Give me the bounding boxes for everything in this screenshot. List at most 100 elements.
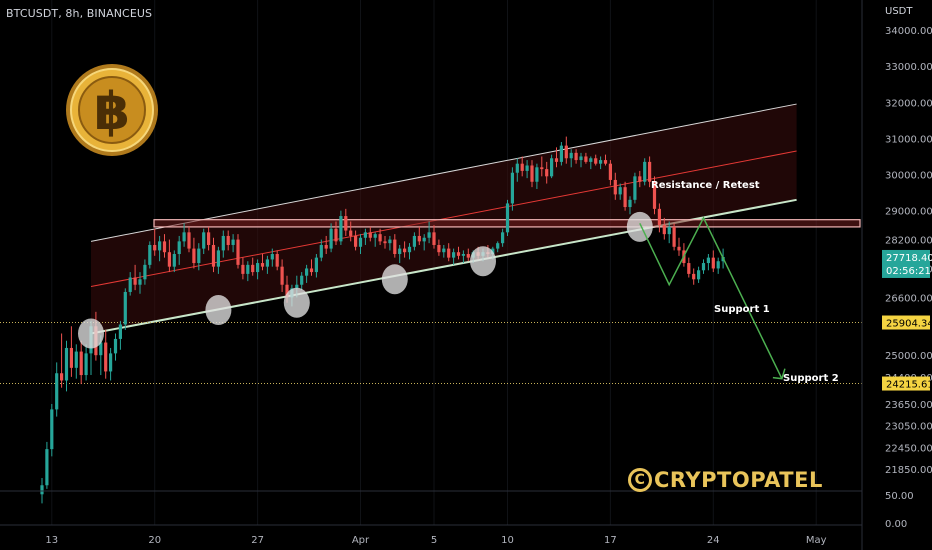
candle-body (452, 252, 456, 258)
candle-body (540, 167, 544, 170)
candle-body (241, 264, 245, 274)
time-tick-label: 5 (431, 535, 437, 546)
candle-body (525, 165, 529, 171)
candle-body (128, 277, 132, 292)
candle-body (265, 259, 269, 267)
support-1-label: Support 1 (714, 304, 770, 315)
candle-body (354, 235, 358, 247)
price-tick-label: 23050.00 (885, 422, 932, 433)
candle-body (143, 264, 147, 280)
candle-body (363, 232, 367, 238)
price-tick-label: 26600.00 (885, 293, 932, 304)
touch-point-6 (626, 211, 653, 242)
price-tick-label: 28200.00 (885, 236, 932, 247)
candle-body (158, 241, 162, 251)
price-tick-label: 25000.00 (885, 351, 932, 362)
candle-body (300, 275, 304, 285)
candle-body (192, 248, 196, 264)
candle-body (344, 216, 348, 231)
candle-body (74, 351, 78, 368)
candle-body (260, 263, 265, 267)
candle-body (334, 228, 338, 242)
candle-body (520, 163, 524, 171)
candle-body (559, 145, 563, 162)
candle-body (697, 270, 701, 280)
candle-body (550, 158, 554, 177)
candle-body (104, 342, 108, 372)
candle-body (153, 244, 157, 251)
candle-body (643, 161, 647, 182)
candle-body (510, 172, 514, 204)
candle-body (505, 203, 510, 233)
candle-body (589, 158, 593, 162)
candle-body (417, 235, 421, 242)
volume-tick-label: 0.00 (885, 519, 907, 530)
touch-point-4 (381, 264, 408, 295)
candle-body (515, 163, 519, 173)
candle-body (378, 234, 382, 242)
price-tick-label: 33000.00 (885, 62, 932, 73)
candle-body (398, 248, 402, 255)
candle-body (530, 165, 534, 182)
candle-body (280, 266, 284, 285)
candle-body (716, 261, 720, 269)
candle-body (118, 324, 122, 339)
candle-body (701, 263, 706, 271)
volume-tick-label: 50.00 (885, 491, 914, 502)
candle-body (211, 244, 216, 267)
candle-body (706, 257, 710, 264)
candle-body (162, 241, 167, 253)
candle-body (329, 228, 333, 249)
candle-body (40, 485, 44, 495)
candle-body (535, 167, 539, 182)
candle-body (60, 373, 64, 381)
candle-body (216, 250, 220, 267)
candle-body (79, 351, 83, 376)
candle-body (172, 254, 176, 267)
candle-body (50, 409, 54, 450)
touch-point-5 (470, 246, 496, 277)
candle-body (628, 199, 632, 208)
brand-watermark: C CRYPTOPATEL (628, 464, 823, 496)
touch-point-1 (78, 318, 104, 349)
candle-body (373, 234, 377, 238)
candle-body (393, 239, 397, 255)
candle-body (437, 244, 441, 253)
candle-body (427, 232, 431, 238)
symbol-header[interactable]: BTCUSDT, 8h, BINANCEUS (6, 7, 152, 20)
candle-body (69, 347, 73, 368)
candle-body (687, 263, 691, 274)
time-tick-label: 27 (251, 535, 264, 546)
candle-body (569, 152, 573, 159)
candle-body (177, 241, 181, 255)
candle-body (231, 239, 235, 245)
time-tick-label: 13 (45, 535, 58, 546)
time-tick-label: 20 (148, 535, 161, 546)
candle-body (442, 248, 446, 253)
time-tick-label: 10 (501, 535, 514, 546)
candle-body (564, 145, 568, 159)
support-level-value-1: 25904.34 (886, 319, 932, 330)
candle-body (574, 152, 578, 161)
candle-body (496, 243, 500, 249)
candle-body (657, 208, 661, 226)
candle-body (613, 179, 617, 195)
price-tick-label: 22450.00 (885, 443, 932, 454)
candle-body (648, 161, 652, 182)
candle-body (412, 235, 416, 247)
touch-point-3 (283, 287, 310, 318)
candle-body (305, 268, 309, 276)
brand-logo-icon: C (628, 468, 652, 492)
candle-body (339, 216, 343, 242)
candle-body (599, 160, 603, 164)
candle-body (314, 257, 318, 273)
candle-body (113, 338, 118, 354)
resistance-retest-label: Resistance / Retest (651, 180, 760, 191)
candle-body (447, 248, 451, 258)
candle-body (109, 353, 113, 372)
countdown-label: 02:56:21 (886, 266, 931, 277)
candle-body (368, 232, 372, 238)
candle-body (638, 176, 642, 182)
candle-body (662, 225, 666, 235)
candle-body (456, 252, 461, 256)
